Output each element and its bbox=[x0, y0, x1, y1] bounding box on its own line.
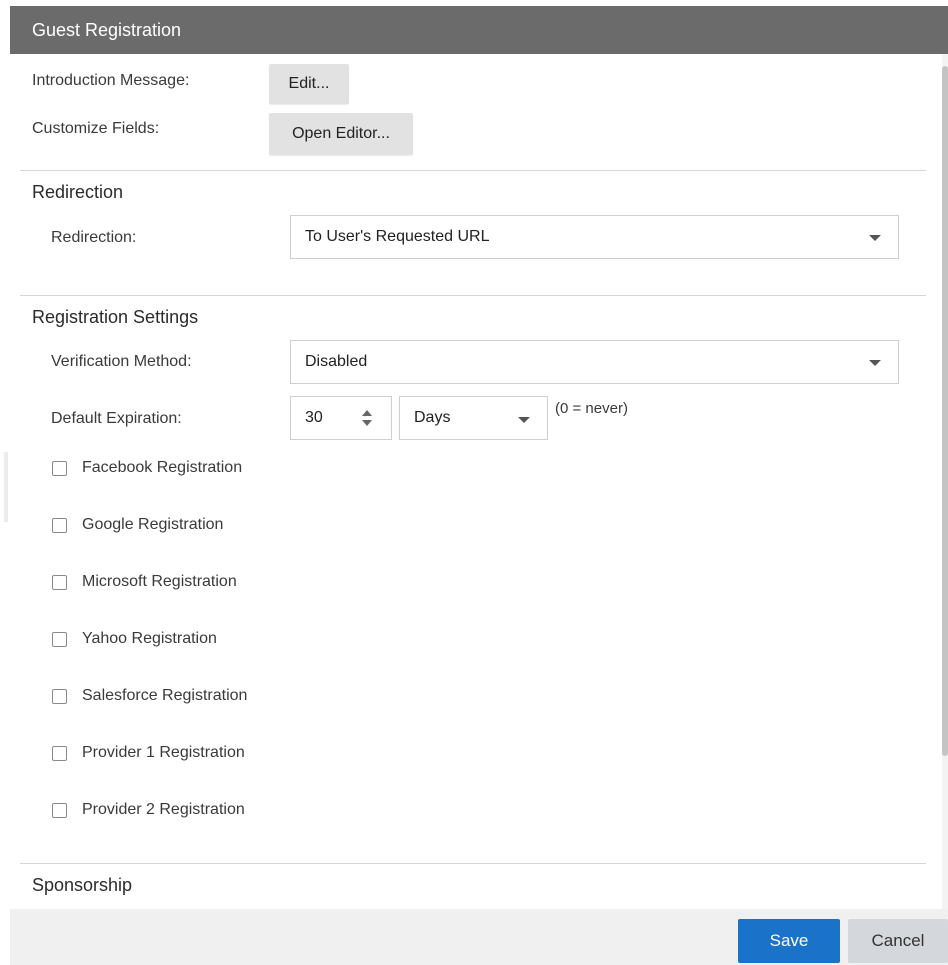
chevron-down-icon bbox=[869, 360, 881, 366]
checkbox-label: Yahoo Registration bbox=[82, 630, 217, 647]
checkbox-label: Provider 2 Registration bbox=[82, 801, 245, 818]
expiration-unit-select[interactable]: Days bbox=[399, 396, 548, 440]
introduction-message-label: Introduction Message: bbox=[32, 72, 190, 89]
sponsorship-section-title: Sponsorship bbox=[32, 875, 133, 895]
dialog-title: Guest Registration bbox=[32, 20, 182, 40]
redirection-select[interactable]: To User's Requested URL bbox=[290, 215, 899, 259]
provider-1-registration-checkbox[interactable] bbox=[52, 746, 67, 761]
guest-registration-dialog: Guest Registration Introduction Message:… bbox=[10, 6, 948, 965]
scrollbar-thumb[interactable] bbox=[942, 66, 948, 756]
chevron-down-icon bbox=[869, 235, 881, 241]
dialog-footer: Save Cancel bbox=[10, 909, 948, 965]
expiration-hint: (0 = never) bbox=[555, 400, 628, 417]
redirection-label: Redirection: bbox=[51, 229, 137, 246]
checkbox-label: Microsoft Registration bbox=[82, 573, 237, 590]
expiration-number-stepper[interactable]: 30 bbox=[290, 396, 392, 440]
customize-fields-label: Customize Fields: bbox=[32, 120, 160, 137]
default-expiration-label: Default Expiration: bbox=[51, 410, 182, 427]
redirection-section-title: Redirection bbox=[32, 182, 124, 202]
spinner-arrows-icon[interactable] bbox=[362, 410, 374, 428]
edit-introduction-button[interactable]: Edit... bbox=[269, 64, 349, 104]
section-divider bbox=[20, 295, 926, 296]
expiration-value: 30 bbox=[305, 409, 323, 426]
checkbox-label: Salesforce Registration bbox=[82, 687, 248, 704]
registration-settings-section-title: Registration Settings bbox=[32, 307, 199, 327]
section-divider bbox=[20, 863, 926, 864]
salesforce-registration-checkbox[interactable] bbox=[52, 689, 67, 704]
cancel-button[interactable]: Cancel bbox=[848, 919, 948, 963]
yahoo-registration-checkbox[interactable] bbox=[52, 632, 67, 647]
checkbox-label: Facebook Registration bbox=[82, 459, 243, 476]
checkbox-label: Google Registration bbox=[82, 516, 224, 533]
verification-selected-value: Disabled bbox=[305, 353, 368, 370]
facebook-registration-checkbox[interactable] bbox=[52, 461, 67, 476]
expiration-unit-value: Days bbox=[414, 409, 451, 426]
save-button[interactable]: Save bbox=[738, 919, 840, 963]
chevron-down-icon bbox=[518, 417, 530, 423]
checkbox-label: Provider 1 Registration bbox=[82, 744, 245, 761]
verification-method-select[interactable]: Disabled bbox=[290, 340, 899, 384]
redirection-selected-value: To User's Requested URL bbox=[305, 228, 490, 245]
dialog-title-bar: Guest Registration bbox=[10, 6, 948, 54]
resize-handle[interactable] bbox=[4, 452, 8, 522]
provider-2-registration-checkbox[interactable] bbox=[52, 803, 67, 818]
verification-method-label: Verification Method: bbox=[51, 353, 192, 370]
open-editor-button[interactable]: Open Editor... bbox=[269, 113, 413, 155]
section-divider bbox=[20, 170, 926, 171]
microsoft-registration-checkbox[interactable] bbox=[52, 575, 67, 590]
google-registration-checkbox[interactable] bbox=[52, 518, 67, 533]
